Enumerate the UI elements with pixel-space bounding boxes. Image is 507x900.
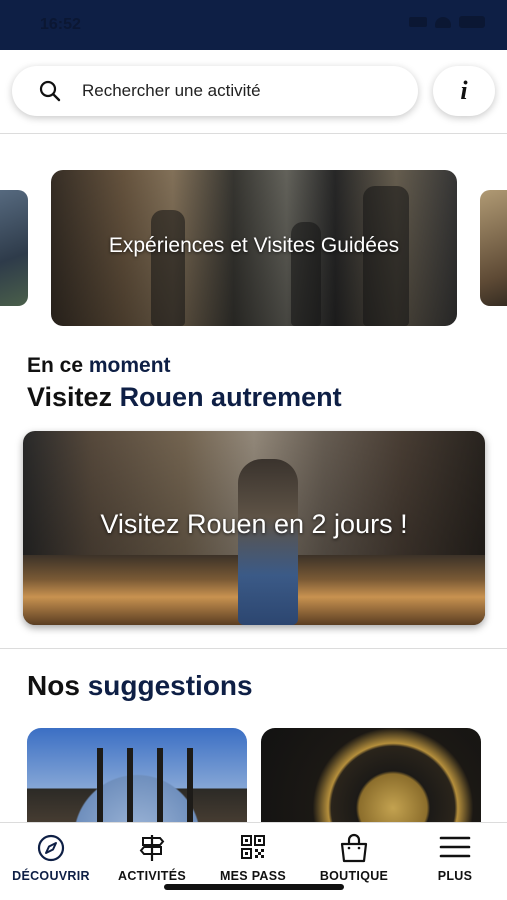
compass-icon [37, 834, 65, 862]
feature-card-title: Visitez Rouen en 2 jours ! [100, 509, 408, 539]
nav-tab-decouvrir[interactable]: DÉCOUVRIR [1, 833, 101, 883]
search-row: Rechercher une activité i [0, 50, 507, 134]
featured-carousel[interactable]: Expériences et Visites Guidées [0, 170, 507, 326]
nav-label: BOUTIQUE [319, 869, 389, 883]
shopping-bag-icon [340, 833, 368, 863]
nav-label: ACTIVITÉS [118, 869, 186, 883]
carousel-prev-card[interactable] [0, 190, 28, 306]
battery-icon [459, 16, 485, 28]
kicker-accent: moment [88, 354, 171, 377]
qr-code-icon [241, 835, 265, 859]
search-icon [39, 80, 61, 102]
title-plain: Visitez [27, 382, 120, 412]
search-input[interactable]: Rechercher une activité [12, 66, 418, 116]
wifi-icon [435, 16, 451, 28]
card-photo-window-bar [157, 748, 163, 828]
nav-tab-activites[interactable]: ACTIVITÉS [102, 833, 202, 883]
card-photo-figure [151, 210, 185, 326]
nav-tab-mes-pass[interactable]: MES PASS [203, 833, 303, 883]
feature-card-rouen-2-days[interactable]: Visitez Rouen en 2 jours ! [23, 431, 485, 625]
nav-tab-plus[interactable]: PLUS [405, 833, 505, 883]
carousel-card-title: Expériences et Visites Guidées [108, 234, 400, 257]
card-photo-window-bar [127, 748, 133, 828]
kicker-plain: En ce [27, 354, 89, 377]
nav-label: MES PASS [219, 869, 287, 883]
nav-label: DÉCOUVRIR [12, 869, 90, 883]
suggestions-title-plain: Nos [27, 670, 88, 701]
status-time: 16:52 [40, 16, 81, 33]
nav-label: PLUS [437, 869, 473, 883]
card-photo-window-bar [97, 748, 103, 828]
section-kicker: En ce moment [27, 354, 171, 378]
home-indicator [164, 884, 344, 890]
suggestion-card[interactable] [261, 728, 481, 828]
status-bar: 16:52 [0, 0, 507, 50]
status-icons [409, 16, 485, 28]
suggestions-title-accent: suggestions [87, 670, 253, 701]
menu-icon [439, 836, 471, 858]
nav-tab-boutique[interactable]: BOUTIQUE [304, 833, 404, 883]
section-title: Visitez Rouen autrement [27, 382, 342, 413]
title-accent: Rouen autrement [119, 382, 342, 412]
carousel-next-card[interactable] [480, 190, 507, 306]
signal-icon [409, 17, 427, 27]
info-button[interactable]: i [433, 66, 495, 116]
suggestion-card[interactable] [27, 728, 247, 828]
search-placeholder: Rechercher une activité [82, 81, 261, 100]
signpost-icon [139, 835, 165, 861]
card-photo-figure [238, 459, 298, 625]
carousel-card-guided-tours[interactable]: Expériences et Visites Guidées [51, 170, 457, 326]
card-photo-window-bar [187, 748, 193, 828]
suggestions-title: Nos suggestions [27, 670, 253, 702]
info-icon: i [460, 76, 468, 105]
divider [0, 648, 507, 649]
